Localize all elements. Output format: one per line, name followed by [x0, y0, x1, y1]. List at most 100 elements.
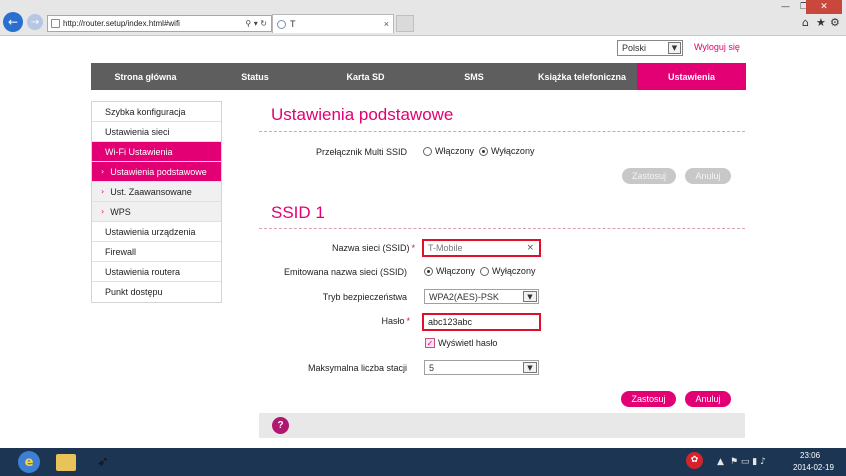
section-divider [259, 228, 745, 229]
tab-favicon-icon [277, 19, 286, 29]
browser-chrome: ← → http://router.setup/index.html#wifi … [0, 0, 846, 36]
basic-cancel-button[interactable]: Anuluj [685, 168, 731, 184]
password-input[interactable]: abc123abc [422, 313, 541, 331]
sidebar-item-device-settings[interactable]: Ustawienia urządzenia [92, 222, 221, 242]
clear-input-icon[interactable]: × [526, 243, 534, 253]
browser-tab[interactable]: T × [272, 14, 394, 33]
page-icon [51, 19, 60, 28]
nav-sms[interactable]: SMS [421, 63, 527, 90]
required-mark: * [406, 316, 410, 326]
sidebar-subitem-wifi-advanced[interactable]: › Ust. Zaawansowane [92, 182, 221, 202]
sidebar-subitem-label: Ust. Zaawansowane [110, 186, 192, 197]
nav-sd-card[interactable]: Karta SD [310, 63, 421, 90]
ssid-cancel-button[interactable]: Anuluj [685, 391, 731, 407]
home-icon[interactable]: ⌂ [802, 16, 809, 29]
security-mode-select[interactable]: WPA2(AES)-PSK ▼ [424, 289, 539, 304]
chevron-down-icon: ▼ [668, 42, 681, 54]
back-button[interactable]: ← [3, 12, 23, 32]
language-value: Polski [622, 43, 647, 53]
required-mark: * [411, 243, 415, 253]
sidebar-item-network-settings[interactable]: Ustawienia sieci [92, 122, 221, 142]
sidebar-subitem-label: WPS [110, 206, 131, 217]
sidebar-item-quick-setup[interactable]: Szybka konfiguracja [92, 102, 221, 122]
sidebar-item-router-settings[interactable]: Ustawienia routera [92, 262, 221, 282]
tab-close-icon[interactable]: × [384, 19, 389, 29]
arrow-left-icon: ← [7, 15, 19, 29]
favorites-star-icon[interactable]: ★ [816, 16, 826, 29]
security-mode-label: Tryb bezpieczeństwa [322, 292, 407, 302]
address-bar[interactable]: http://router.setup/index.html#wifi ⚲ ▾ … [47, 15, 272, 32]
window-close-button[interactable]: ✕ [806, 0, 842, 14]
chevron-right-icon: › [101, 186, 105, 196]
broadcast-on-option[interactable]: Włączony [424, 266, 475, 276]
broadcast-off-radio[interactable] [480, 266, 490, 276]
nav-status[interactable]: Status [200, 63, 310, 90]
multi-ssid-off-radio[interactable] [479, 146, 489, 156]
max-stations-label: Maksymalna liczba stacji [307, 363, 407, 373]
sidebar-subitem-wifi-basic[interactable]: › Ustawienia podstawowe [92, 162, 221, 182]
broadcast-on-radio[interactable] [424, 266, 433, 276]
security-mode-value: WPA2(AES)-PSK [429, 291, 499, 302]
main-navigation: Strona główna Status Karta SD SMS Książk… [91, 63, 746, 90]
sidebar-subitem-wps[interactable]: › WPS [92, 202, 221, 222]
multi-ssid-on-radio[interactable] [423, 146, 432, 156]
show-password-checkbox[interactable]: ✓ [425, 338, 435, 348]
basic-apply-button[interactable]: Zastosuj [622, 168, 676, 184]
tray-expand-icon[interactable]: ▲ [717, 457, 724, 467]
address-url[interactable]: http://router.setup/index.html#wifi [63, 19, 245, 28]
ssid-input-value: T-Mobile [428, 243, 463, 253]
section-divider [259, 131, 745, 132]
ssid-label-text: Nazwa sieci (SSID) [331, 243, 410, 253]
password-label: Hasło * [262, 316, 410, 326]
password-input-value: abc123abc [428, 317, 473, 327]
broadcast-ssid-radio-group: Włączony Wyłączony [424, 266, 540, 276]
new-tab-button[interactable] [396, 15, 414, 32]
max-stations-select[interactable]: 5 ▼ [424, 360, 539, 375]
help-question-icon[interactable]: ? [272, 417, 289, 434]
nav-settings[interactable]: Ustawienia [637, 63, 746, 90]
arrow-right-icon: → [30, 16, 40, 28]
file-explorer-folder-icon[interactable] [56, 454, 76, 471]
broadcast-ssid-label: Emitowana nazwa sieci (SSID) [283, 267, 407, 277]
multi-ssid-radio-group: Włączony Wyłączony [423, 146, 539, 156]
close-icon: ✕ [820, 2, 828, 12]
tab-title: T [290, 19, 296, 29]
clock-date[interactable]: 2014-02-19 [793, 463, 834, 472]
internet-explorer-icon[interactable]: e [18, 451, 40, 473]
radio-label: Włączony [435, 146, 475, 156]
show-password-row[interactable]: ✓ Wyświetl hasło [425, 338, 497, 348]
basic-settings-title: Ustawienia podstawowe [271, 105, 454, 124]
multi-ssid-off-option[interactable]: Wyłączony [479, 146, 534, 156]
sidebar-item-access-point[interactable]: Punkt dostępu [92, 282, 221, 302]
logout-link[interactable]: Wyloguj się [694, 42, 740, 52]
ssid-label: Nazwa sieci (SSID) * [262, 243, 415, 253]
help-bar: ? [259, 413, 745, 438]
chevron-right-icon: › [101, 166, 105, 176]
radio-label: Wyłączony [491, 146, 535, 156]
ssid-apply-button[interactable]: Zastosuj [621, 391, 676, 407]
chevron-down-icon: ▼ [523, 291, 537, 302]
ssid1-title: SSID 1 [271, 203, 325, 222]
sidebar-item-wifi-settings[interactable]: Wi-Fi Ustawienia [92, 142, 221, 162]
tray-status-icons[interactable]: ⚑ ▭ ▮ ♪ [730, 457, 766, 467]
bird-app-icon[interactable]: ➶ [92, 451, 114, 473]
settings-sidebar: Szybka konfiguracja Ustawienia sieci Wi-… [91, 101, 222, 303]
password-label-text: Hasło [381, 316, 405, 326]
tray-app-logo-icon[interactable]: ✿ [686, 452, 703, 469]
tools-gear-icon[interactable]: ⚙ [830, 16, 840, 29]
chevron-right-icon: › [101, 206, 105, 216]
forward-button[interactable]: → [27, 14, 43, 30]
nav-home[interactable]: Strona główna [91, 63, 200, 90]
ssid-input[interactable]: T-Mobile × [422, 239, 541, 257]
address-controls[interactable]: ⚲ ▾ ↻ [245, 19, 267, 28]
minimize-icon[interactable]: — [781, 2, 790, 12]
clock-time[interactable]: 23:06 [800, 451, 820, 460]
broadcast-off-option[interactable]: Wyłączony [480, 266, 535, 276]
sidebar-item-firewall[interactable]: Firewall [92, 242, 221, 262]
multi-ssid-on-option[interactable]: Włączony [423, 146, 474, 156]
nav-phonebook[interactable]: Książka telefoniczna [527, 63, 637, 90]
language-select[interactable]: Polski ▼ [617, 40, 683, 56]
max-stations-value: 5 [429, 362, 435, 373]
multi-ssid-label: Przełącznik Multi SSID [315, 147, 407, 157]
show-password-label: Wyświetl hasło [438, 338, 498, 348]
